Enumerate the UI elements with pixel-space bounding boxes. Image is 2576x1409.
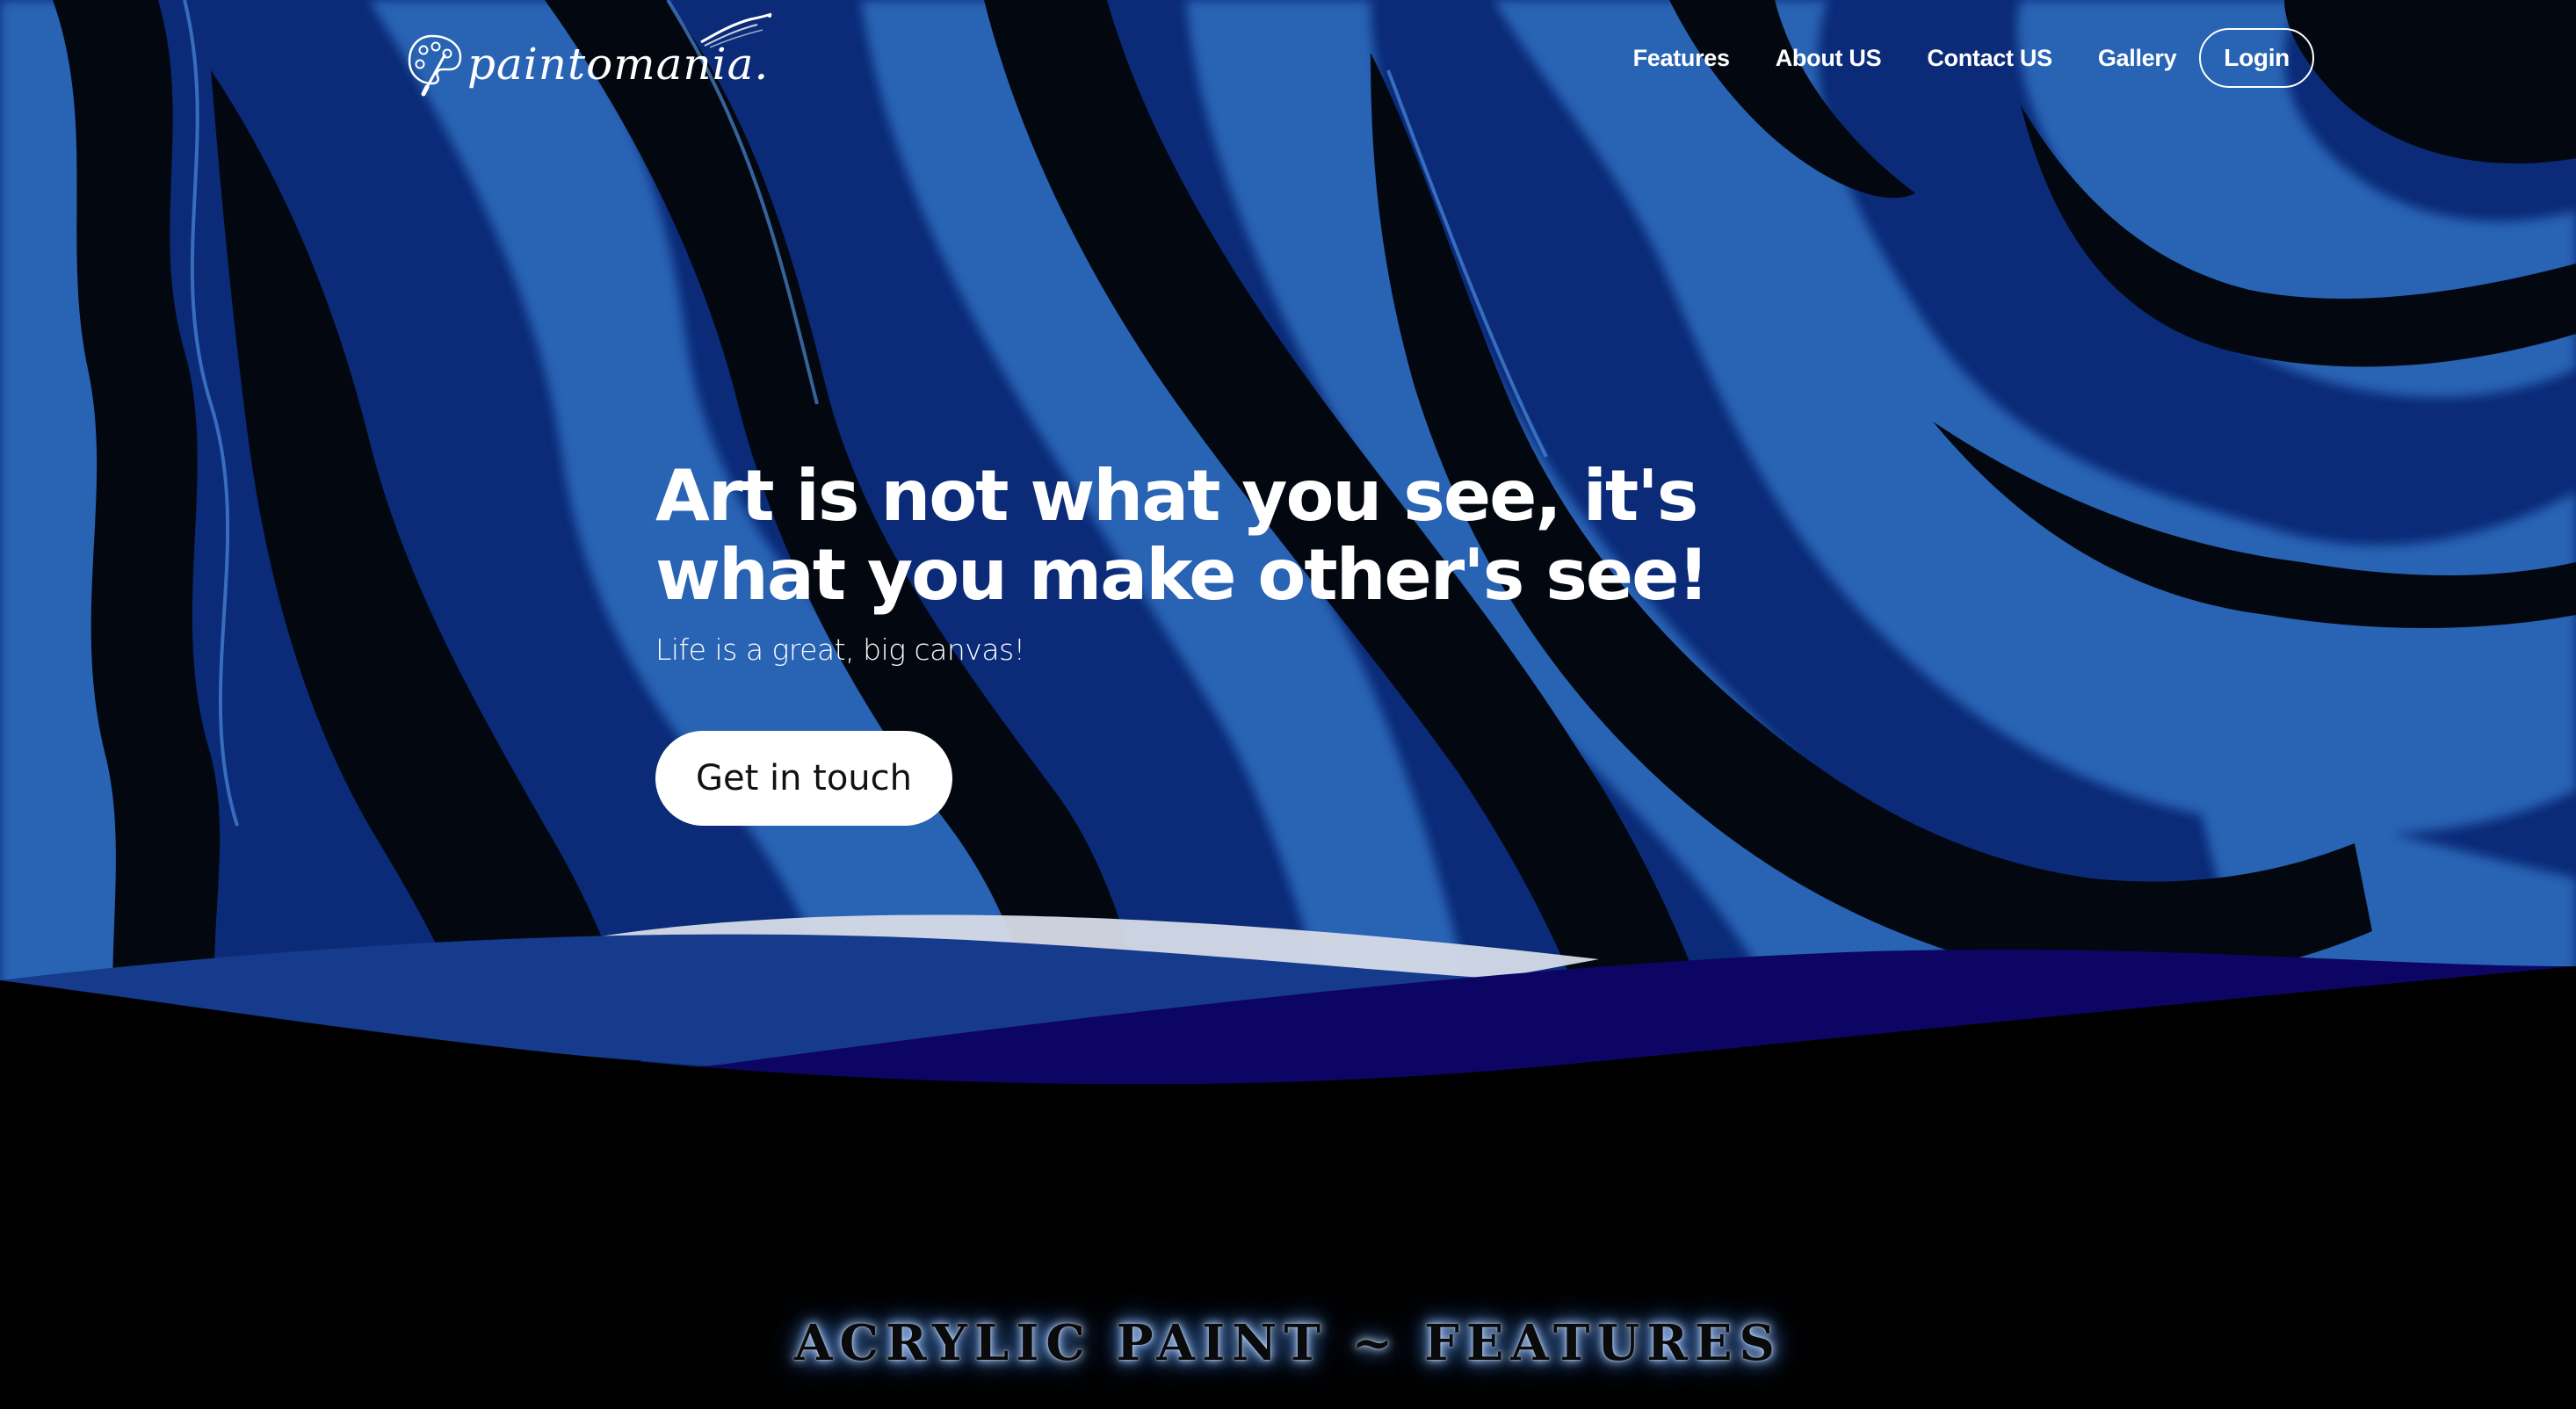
nav-about-us[interactable]: About US [1776,45,1882,72]
nav-features[interactable]: Features [1633,45,1730,72]
palette-icon [408,34,462,97]
get-in-touch-button[interactable]: Get in touch [655,731,952,826]
nav-gallery[interactable]: Gallery [2098,45,2177,72]
hero-wave-divider [0,914,2576,1142]
brand-logo[interactable]: paintomania. [406,12,772,104]
hero-subtitle: Life is a great, big canvas! [655,632,1025,667]
top-nav: Features About US Contact US Gallery Log… [1588,28,2314,88]
login-button[interactable]: Login [2199,28,2314,88]
brush-stroke-icon [700,12,772,48]
nav-contact-us[interactable]: Contact US [1927,45,2052,72]
section-title: ACRYLIC PAINT ~ FEATURES [794,1314,1782,1372]
hero-title: Art is not what you see, it's what you m… [655,455,1710,616]
